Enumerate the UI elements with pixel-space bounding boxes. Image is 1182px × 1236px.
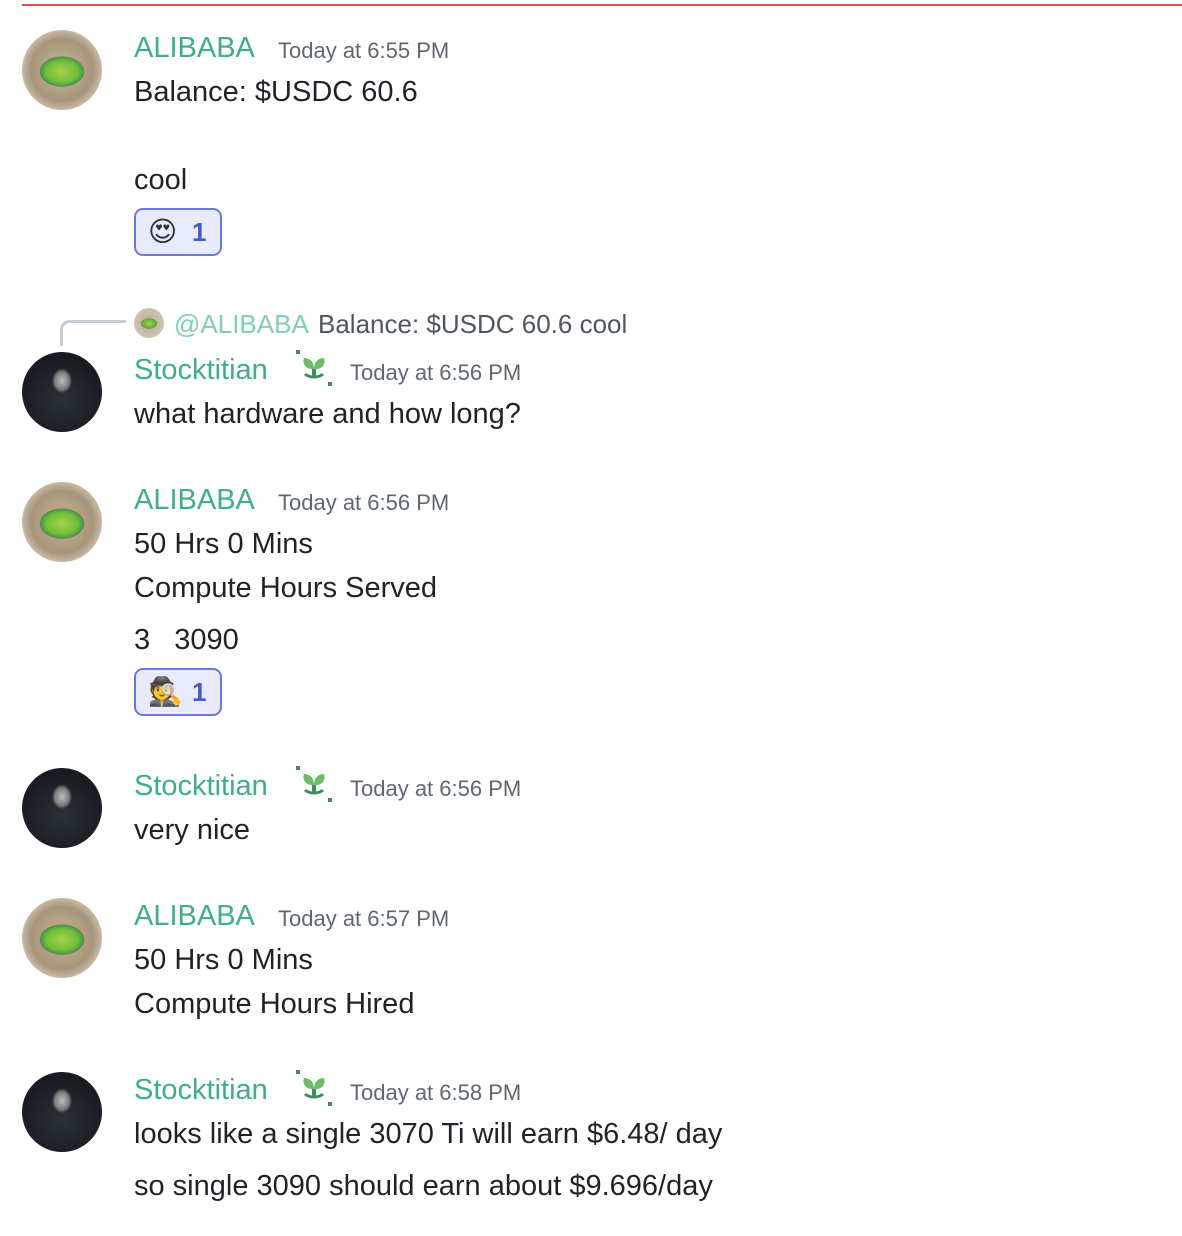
message-timestamp[interactable]: Today at 6:55 PM (278, 40, 449, 62)
message-text: cool (134, 164, 188, 196)
username-stocktitian[interactable]: Stocktitian (134, 1076, 268, 1105)
message-timestamp[interactable]: Today at 6:56 PM (350, 362, 521, 384)
message-text: Compute Hours Served (134, 572, 438, 604)
reaction-heart-eyes[interactable]: 😍 1 (134, 208, 222, 256)
avatar-alibaba[interactable] (22, 898, 102, 978)
username-stocktitian[interactable]: Stocktitian (134, 356, 268, 385)
avatar-stocktitian[interactable] (22, 768, 102, 848)
username-stocktitian[interactable]: Stocktitian (134, 772, 268, 801)
username-alibaba[interactable]: ALIBABA (134, 902, 255, 931)
avatar-alibaba[interactable] (22, 482, 102, 562)
sprout-icon[interactable] (294, 348, 334, 388)
username-alibaba[interactable]: ALIBABA (134, 34, 255, 63)
avatar-stocktitian[interactable] (22, 1072, 102, 1152)
username-alibaba[interactable]: ALIBABA (134, 486, 255, 515)
avatar-alibaba[interactable] (22, 30, 102, 110)
heart-eyes-emoji-icon: 😍 (148, 216, 178, 247)
sprout-icon[interactable] (294, 764, 334, 804)
message-text: looks like a single 3070 Ti will earn $6… (134, 1118, 723, 1150)
new-messages-divider (22, 4, 1182, 6)
reply-avatar-alibaba[interactable] (134, 308, 164, 338)
sprout-icon[interactable] (294, 1068, 334, 1108)
message-text: 50 Hrs 0 Mins (134, 944, 313, 976)
message-text: very nice (134, 814, 251, 846)
reply-mention[interactable]: @ALIBABA (174, 309, 309, 340)
message-timestamp[interactable]: Today at 6:57 PM (278, 908, 449, 930)
detective-emoji-icon: 🕵️ (148, 676, 183, 707)
message-text: 50 Hrs 0 Mins (134, 528, 313, 560)
message-text: so single 3090 should earn about $9.696/… (134, 1170, 713, 1202)
message-text: Compute Hours Hired (134, 988, 415, 1020)
message-text: what hardware and how long? (134, 398, 521, 430)
reaction-count: 1 (192, 217, 207, 247)
reply-connector (60, 320, 126, 346)
message-timestamp[interactable]: Today at 6:56 PM (350, 778, 521, 800)
message-text: 3 3090 (134, 624, 239, 656)
message-timestamp[interactable]: Today at 6:58 PM (350, 1082, 521, 1104)
reaction-detective[interactable]: 🕵️ 1 (134, 668, 222, 716)
avatar-stocktitian[interactable] (22, 352, 102, 432)
message-timestamp[interactable]: Today at 6:56 PM (278, 492, 449, 514)
reply-preview-text[interactable]: Balance: $USDC 60.6 cool (318, 309, 627, 340)
reaction-count: 1 (192, 677, 207, 707)
message-text: Balance: $USDC 60.6 (134, 76, 418, 108)
